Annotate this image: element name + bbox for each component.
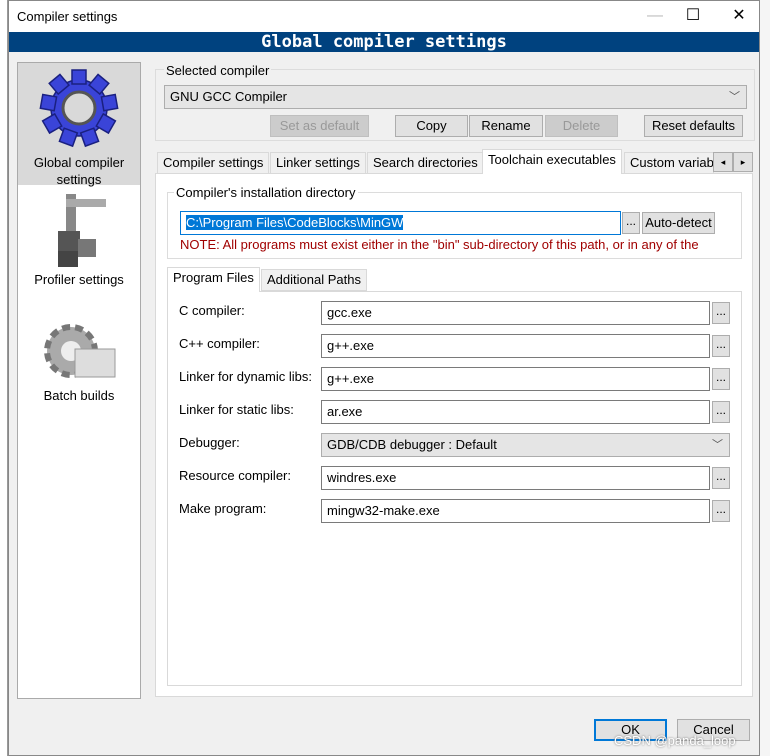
chevron-down-icon: ﹀ <box>712 439 723 451</box>
program-value: mingw32-make.exe <box>327 503 440 518</box>
program-value: g++.exe <box>327 371 374 386</box>
install-dir-browse-button[interactable]: ... <box>622 212 640 234</box>
debugger-select[interactable]: GDB/CDB debugger : Default ﹀ <box>321 433 730 457</box>
sidebar-item-global[interactable]: Global compiler settings <box>18 63 140 187</box>
selected-compiler-label: Selected compiler <box>164 63 272 78</box>
program-input[interactable]: g++.exe <box>321 367 710 391</box>
tab-custom-variables[interactable]: Custom variab <box>624 152 714 174</box>
auto-detect-button[interactable]: Auto-detect <box>642 212 715 234</box>
reset-defaults-button[interactable]: Reset defaults <box>644 115 743 137</box>
window-title: Compiler settings <box>17 9 118 24</box>
delete-button[interactable]: Delete <box>545 115 618 137</box>
program-label: Linker for static libs: <box>179 402 294 417</box>
tab-toolchain-executables[interactable]: Toolchain executables <box>482 149 622 174</box>
program-label: C++ compiler: <box>179 336 260 351</box>
subtab-program-files[interactable]: Program Files <box>167 267 260 292</box>
compiler-select-value: GNU GCC Compiler <box>170 89 288 104</box>
program-browse-button[interactable]: ... <box>712 401 730 423</box>
tab-compiler-settings[interactable]: Compiler settings <box>157 152 270 174</box>
program-browse-button[interactable]: ... <box>712 368 730 390</box>
program-input[interactable]: g++.exe <box>321 334 710 358</box>
tab-scroll-right-button[interactable]: ▸ <box>733 152 753 172</box>
debugger-select-value: GDB/CDB debugger : Default <box>327 437 497 452</box>
set-as-default-button[interactable]: Set as default <box>270 115 369 137</box>
program-value: windres.exe <box>327 470 397 485</box>
minimize-button[interactable]: — <box>635 5 675 27</box>
compiler-select[interactable]: GNU GCC Compiler ﹀ <box>164 85 747 109</box>
rename-button[interactable]: Rename <box>469 115 543 137</box>
program-input[interactable]: gcc.exe <box>321 301 710 325</box>
close-button[interactable]: ✕ <box>719 5 759 27</box>
program-value: ar.exe <box>327 404 363 419</box>
watermark: CSDN @panda_loop <box>614 733 736 748</box>
program-browse-button[interactable]: ... <box>712 467 730 489</box>
program-browse-button[interactable]: ... <box>712 302 730 324</box>
tab-linker-settings[interactable]: Linker settings <box>270 152 366 174</box>
batch-gear-icon <box>44 324 116 378</box>
program-value: gcc.exe <box>327 305 372 320</box>
tab-scroll-left-button[interactable]: ◂ <box>713 152 733 172</box>
program-browse-button[interactable]: ... <box>712 500 730 522</box>
sidebar-item-label: Batch builds <box>43 388 115 403</box>
sidebar-item-profiler[interactable]: Profiler settings <box>18 189 140 295</box>
program-label: Make program: <box>179 501 267 516</box>
install-dir-value: C:\Program Files\CodeBlocks\MinGW <box>186 215 404 230</box>
program-label: C compiler: <box>179 303 245 318</box>
background-editor <box>0 0 8 756</box>
sidebar: Global compiler settings Profiler settin… <box>17 62 141 699</box>
sidebar-item-batch[interactable]: Batch builds <box>18 321 140 417</box>
install-dir-label: Compiler's installation directory <box>174 185 358 200</box>
copy-button[interactable]: Copy <box>395 115 468 137</box>
program-label: Resource compiler: <box>179 468 291 483</box>
title-bar: Compiler settings — ☐ ✕ <box>9 1 759 32</box>
sidebar-item-label: Profiler settings <box>34 272 124 287</box>
caliper-icon <box>58 194 106 267</box>
program-input[interactable]: mingw32-make.exe <box>321 499 710 523</box>
compiler-settings-dialog: Compiler settings — ☐ ✕ Global compiler … <box>8 0 760 756</box>
subtab-additional-paths[interactable]: Additional Paths <box>261 269 367 291</box>
gear-icon <box>39 69 119 148</box>
chevron-down-icon: ﹀ <box>729 91 740 103</box>
banner-title: Global compiler settings <box>9 32 759 52</box>
program-browse-button[interactable]: ... <box>712 335 730 357</box>
tab-search-directories[interactable]: Search directories <box>367 152 484 174</box>
program-value: g++.exe <box>327 338 374 353</box>
program-label: Debugger: <box>179 435 240 450</box>
install-note: NOTE: All programs must exist either in … <box>180 237 699 252</box>
install-dir-input[interactable]: C:\Program Files\CodeBlocks\MinGW <box>180 211 621 235</box>
program-input[interactable]: ar.exe <box>321 400 710 424</box>
program-input[interactable]: windres.exe <box>321 466 710 490</box>
program-label: Linker for dynamic libs: <box>179 369 312 384</box>
sidebar-item-label: Global compiler settings <box>33 155 125 187</box>
maximize-button[interactable]: ☐ <box>673 5 713 27</box>
